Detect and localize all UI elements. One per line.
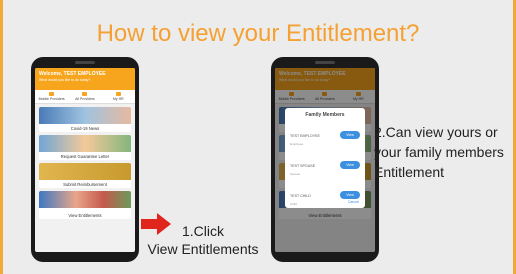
- card-request-guarantee-letter[interactable]: Request Guarantee Letter: [39, 135, 131, 160]
- view-button[interactable]: View: [340, 191, 360, 199]
- phone-speaker: [75, 61, 95, 64]
- family-members-modal: Family Members TEST EMPLOYEE Employee Vie…: [285, 108, 365, 208]
- receipt-image: [39, 163, 131, 180]
- member-row: TEST SPOUSE Spouse View: [290, 154, 360, 176]
- card-view-entitlements[interactable]: View Entitlements: [39, 191, 131, 219]
- welcome-subtitle: What would you like to do today?: [39, 78, 91, 82]
- phone-speaker: [315, 61, 335, 64]
- step-2-caption: 2.Can view yours or your family members …: [374, 124, 504, 180]
- cancel-button[interactable]: Cancel: [348, 200, 359, 204]
- member-name: TEST EMPLOYEE: [290, 134, 320, 138]
- phone-home-screen: Welcome, TEST EMPLOYEE What would you li…: [31, 57, 139, 262]
- covid-news-image: [39, 107, 131, 124]
- people-image: [39, 191, 131, 208]
- user-icon: [115, 92, 121, 96]
- nav-my-hr[interactable]: My HR: [103, 92, 133, 101]
- member-relation: Child: [290, 202, 297, 206]
- modal-title: Family Members: [305, 112, 345, 118]
- app-header: Welcome, TEST EMPLOYEE What would you li…: [35, 68, 135, 90]
- slide-title: How to view your Entitlement?: [96, 20, 420, 47]
- slide: How to view your Entitlement? Welcome, T…: [0, 0, 516, 274]
- card-label: View Entitlements: [68, 213, 102, 218]
- view-button[interactable]: View: [340, 161, 360, 169]
- hospital-icon: [82, 92, 88, 96]
- member-name: TEST CHILD: [290, 194, 311, 198]
- phone-screen: Welcome, TEST EMPLOYEE What would you li…: [275, 68, 375, 252]
- card-label: Covid-19 News: [70, 126, 100, 131]
- nav-mobile-providers[interactable]: Mobile Providers: [37, 92, 67, 101]
- member-row: TEST EMPLOYEE Employee View: [290, 124, 360, 146]
- phone-screen: Welcome, TEST EMPLOYEE What would you li…: [35, 68, 135, 252]
- nav-all-providers[interactable]: All Providers: [70, 92, 100, 101]
- card-covid-news[interactable]: Covid-19 News: [39, 107, 131, 132]
- card-submit-reimbursement[interactable]: Submit Reimbursement: [39, 163, 131, 188]
- card-label: Request Guarantee Letter: [60, 154, 110, 159]
- step-1-caption: 1.Click View Entitlements: [147, 223, 259, 257]
- phone-icon: [49, 92, 55, 96]
- view-button[interactable]: View: [340, 131, 360, 139]
- app-nav: Mobile Providers All Providers My HR: [35, 90, 135, 104]
- card-label: Submit Reimbursement: [63, 182, 107, 187]
- member-relation: Spouse: [290, 172, 301, 176]
- member-relation: Employee: [290, 142, 304, 146]
- phone-family-modal: Welcome, TEST EMPLOYEE What would you li…: [271, 57, 379, 262]
- welcome-text: Welcome, TEST EMPLOYEE: [39, 71, 106, 77]
- member-name: TEST SPOUSE: [290, 164, 316, 168]
- family-image: [39, 135, 131, 152]
